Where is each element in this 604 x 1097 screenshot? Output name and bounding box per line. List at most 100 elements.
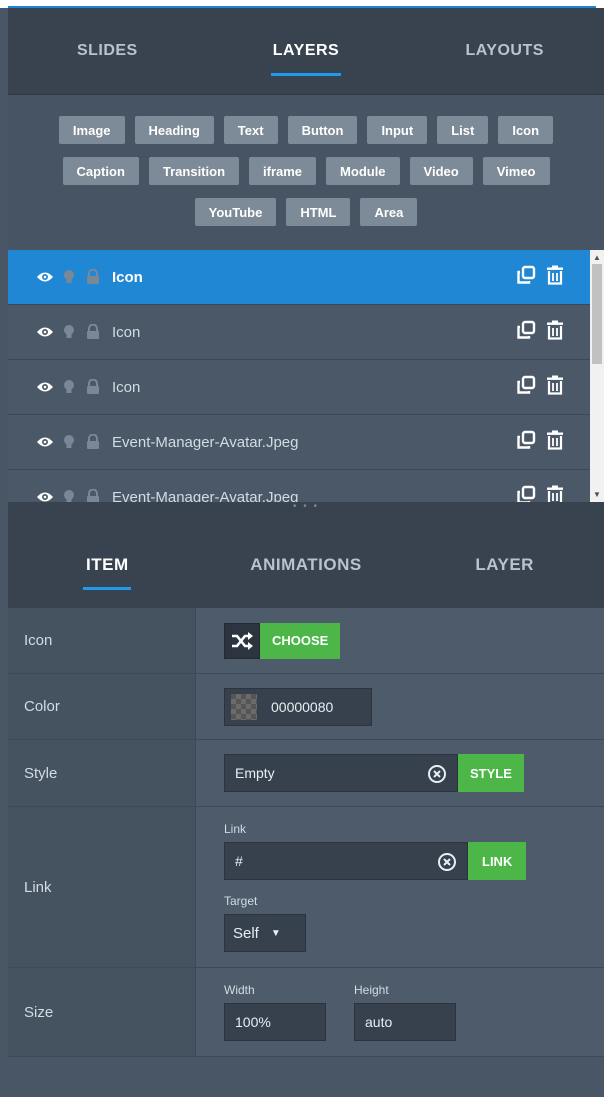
trash-icon[interactable] — [546, 430, 564, 455]
add-iframe-button[interactable]: iframe — [249, 157, 317, 185]
layer-name: Event-Manager-Avatar.Jpeg — [112, 433, 299, 451]
scroll-down-icon[interactable]: ▼ — [593, 490, 601, 499]
add-youtube-button[interactable]: YouTube — [194, 198, 277, 226]
lock-icon[interactable] — [82, 324, 104, 340]
layer-name: Icon — [112, 378, 141, 396]
add-elements-panel: Image Heading Text Button Input List Ico… — [8, 96, 604, 250]
layer-row-1[interactable]: Icon — [8, 250, 604, 305]
duplicate-icon[interactable] — [516, 265, 536, 290]
layers-scrollbar[interactable]: ▲ ▼ — [590, 250, 604, 502]
color-swatch[interactable] — [231, 693, 257, 720]
main-tabs: SLIDES LAYERS LAYOUTS — [8, 8, 604, 95]
trash-icon[interactable] — [546, 375, 564, 400]
height-label: Height — [354, 983, 389, 997]
add-text-button[interactable]: Text — [223, 116, 278, 144]
trash-icon[interactable] — [546, 485, 564, 502]
clear-style-icon[interactable] — [427, 764, 447, 787]
layer-row-4[interactable]: Event-Manager-Avatar.Jpeg — [8, 415, 604, 470]
layer-row-2[interactable]: Icon — [8, 305, 604, 360]
scroll-up-icon[interactable]: ▲ — [593, 253, 601, 262]
add-button-button[interactable]: Button — [287, 116, 358, 144]
add-image-button[interactable]: Image — [58, 116, 125, 144]
add-vimeo-button[interactable]: Vimeo — [482, 157, 550, 185]
tab-layer[interactable]: LAYER — [405, 522, 604, 608]
eye-icon[interactable] — [34, 380, 56, 394]
layer-name: Event-Manager-Avatar.Jpeg — [112, 488, 299, 503]
trash-icon[interactable] — [546, 265, 564, 290]
shuffle-icon[interactable] — [224, 622, 260, 659]
eye-icon[interactable] — [34, 325, 56, 339]
size-label: Size — [8, 968, 196, 1056]
tab-layers[interactable]: LAYERS — [207, 8, 406, 94]
bulb-icon[interactable] — [58, 324, 80, 340]
choose-icon-button[interactable]: CHOOSE — [260, 622, 341, 659]
add-caption-button[interactable]: Caption — [62, 157, 139, 185]
duplicate-icon[interactable] — [516, 320, 536, 345]
prop-row-style: Style Empty STYLE — [8, 740, 604, 807]
bulb-icon[interactable] — [58, 489, 80, 502]
layer-name: Icon — [112, 323, 141, 341]
link-button[interactable]: LINK — [468, 842, 527, 880]
color-picker[interactable]: 00000080 — [224, 687, 372, 726]
layer-row-3[interactable]: Icon — [8, 360, 604, 415]
target-label: Target — [224, 894, 258, 908]
duplicate-icon[interactable] — [516, 430, 536, 455]
add-list-button[interactable]: List — [437, 116, 489, 144]
style-label: Style — [8, 740, 196, 806]
link-input[interactable]: # — [224, 842, 468, 880]
tab-animations[interactable]: ANIMATIONS — [207, 522, 406, 608]
scrollbar-thumb[interactable] — [592, 264, 602, 364]
eye-icon[interactable] — [34, 270, 56, 284]
trash-icon[interactable] — [546, 320, 564, 345]
prop-row-icon: Icon CHOOSE — [8, 608, 604, 674]
lock-icon[interactable] — [82, 489, 104, 502]
style-field[interactable]: Empty — [224, 754, 458, 792]
eye-icon[interactable] — [34, 490, 56, 502]
link-label: Link — [8, 807, 196, 967]
lock-icon[interactable] — [82, 434, 104, 450]
bulb-icon[interactable] — [58, 269, 80, 285]
prop-row-color: Color 00000080 — [8, 674, 604, 740]
icon-label: Icon — [8, 608, 196, 673]
resize-handle[interactable]: • • • — [8, 502, 604, 522]
item-properties: Icon CHOOSE Color 00000080 Style Empty S… — [8, 608, 604, 1057]
eye-icon[interactable] — [34, 435, 56, 449]
width-label: Width — [224, 983, 255, 997]
add-icon-button[interactable]: Icon — [498, 116, 554, 144]
add-heading-button[interactable]: Heading — [134, 116, 214, 144]
layer-name: Icon — [112, 268, 143, 286]
duplicate-icon[interactable] — [516, 485, 536, 502]
height-value: auto — [365, 1014, 393, 1030]
target-select[interactable]: Self ▼ — [224, 914, 306, 952]
tab-layouts[interactable]: LAYOUTS — [405, 8, 604, 94]
width-input[interactable]: 100% — [224, 1003, 326, 1041]
elements-row-1: Image Heading Text Button Input List Ico… — [18, 116, 594, 144]
prop-row-link: Link Link # LINK Target Self ▼ — [8, 807, 604, 968]
add-transition-button[interactable]: Transition — [148, 157, 240, 185]
color-label: Color — [8, 674, 196, 739]
style-button[interactable]: STYLE — [458, 754, 524, 792]
clear-link-icon[interactable] — [437, 852, 457, 875]
color-value: 00000080 — [271, 698, 334, 715]
add-video-button[interactable]: Video — [409, 157, 473, 185]
layer-row-5[interactable]: Event-Manager-Avatar.Jpeg — [8, 470, 604, 502]
width-value: 100% — [235, 1014, 271, 1030]
add-area-button[interactable]: Area — [360, 198, 418, 226]
add-module-button[interactable]: Module — [326, 157, 400, 185]
add-html-button[interactable]: HTML — [286, 198, 351, 226]
target-value: Self — [233, 924, 259, 942]
tab-slides[interactable]: SLIDES — [8, 8, 207, 94]
prop-row-size: Size Width 100% Height auto — [8, 968, 604, 1057]
lock-icon[interactable] — [82, 379, 104, 395]
add-input-button[interactable]: Input — [367, 116, 428, 144]
lock-icon[interactable] — [82, 269, 104, 285]
handle-dots: • • • — [292, 501, 320, 512]
layers-list: Icon Icon Icon Event-Manager-Avatar.Jpeg… — [8, 250, 604, 502]
link-value: # — [235, 853, 243, 869]
height-input[interactable]: auto — [354, 1003, 456, 1041]
tab-item[interactable]: ITEM — [8, 522, 207, 608]
duplicate-icon[interactable] — [516, 375, 536, 400]
style-value: Empty — [235, 765, 275, 781]
bulb-icon[interactable] — [58, 379, 80, 395]
bulb-icon[interactable] — [58, 434, 80, 450]
